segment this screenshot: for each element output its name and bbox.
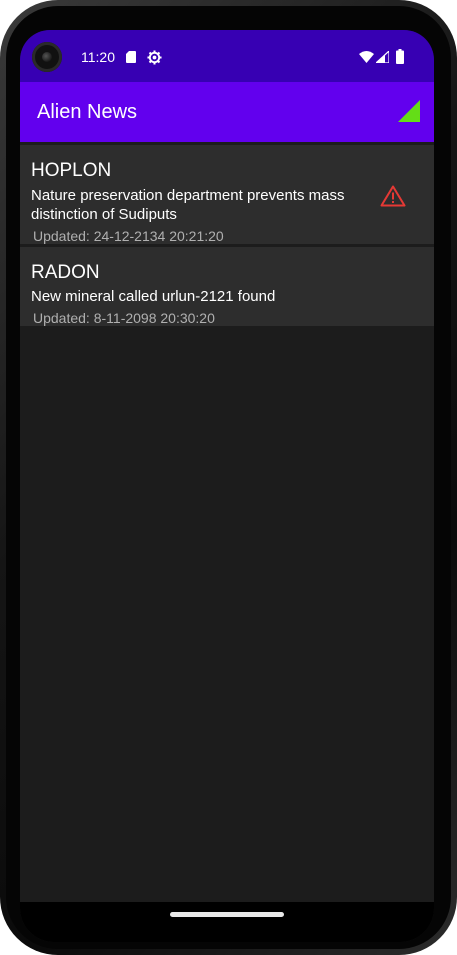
front-camera <box>32 42 62 72</box>
news-body: Nature preservation department prevents … <box>31 187 345 223</box>
app-title: Alien News <box>37 101 138 123</box>
device-frame: 11:20 Alien News HOPLON Nature preservat… <box>0 0 457 955</box>
gear-icon <box>147 50 162 65</box>
navigation-bar <box>20 902 434 942</box>
sd-card-icon <box>126 51 136 63</box>
wifi-icon <box>359 51 374 63</box>
news-updated: Updated: 8-11-2098 20:30:20 <box>33 310 215 326</box>
status-time: 11:20 <box>81 49 115 65</box>
battery-icon <box>396 49 404 64</box>
screen: 11:20 Alien News HOPLON Nature preservat… <box>20 30 434 942</box>
news-item[interactable]: HOPLON Nature preservation department pr… <box>20 145 434 244</box>
app-bar: Alien News <box>20 82 434 142</box>
news-item[interactable]: RADON New mineral called urlun-2121 foun… <box>20 247 434 326</box>
news-title: HOPLON <box>31 160 112 181</box>
warning-triangle-icon <box>380 185 406 207</box>
news-updated: Updated: 24-12-2134 20:21:20 <box>33 228 224 244</box>
home-gesture-handle[interactable] <box>170 912 284 917</box>
signal-icon <box>376 51 389 63</box>
news-body: New mineral called urlun-2121 found <box>31 288 276 305</box>
status-bar: 11:20 <box>20 30 434 82</box>
signal-strength-icon[interactable] <box>398 100 420 122</box>
news-title: RADON <box>31 262 100 283</box>
